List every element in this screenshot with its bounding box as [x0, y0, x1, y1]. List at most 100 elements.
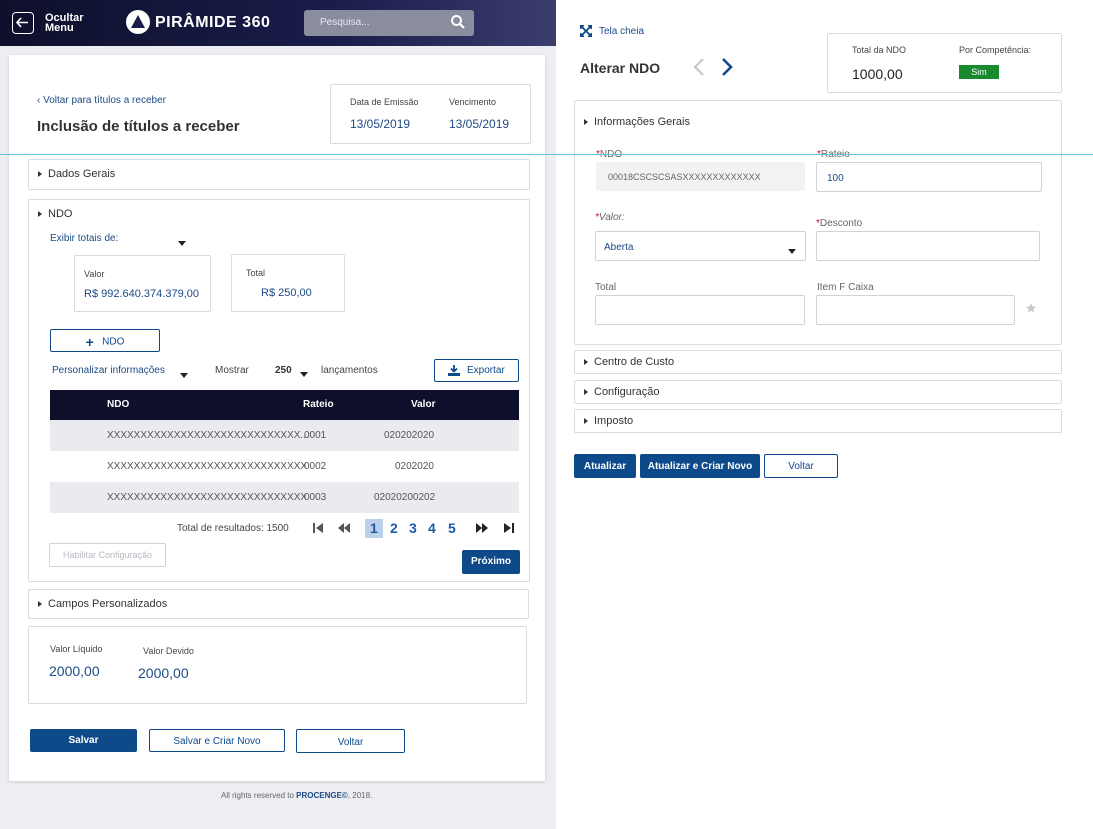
- section-ndo-header[interactable]: NDO: [38, 208, 72, 220]
- results-count: Total de resultados: 1500: [177, 523, 289, 534]
- totals-select[interactable]: Exibir totais de:: [50, 233, 118, 244]
- save-button[interactable]: Salvar: [30, 729, 137, 752]
- item-field-label: Item F Caixa: [817, 282, 874, 293]
- ndo-field-value: 00018CSCSCSASXXXXXXXXXXXXX: [608, 172, 761, 182]
- add-ndo-button[interactable]: + NDO: [50, 329, 160, 352]
- col-header-rateio[interactable]: Rateio: [303, 399, 334, 410]
- section-info-label: Informações Gerais: [594, 116, 690, 128]
- right-back-button[interactable]: Voltar: [764, 454, 838, 478]
- chevron-down-icon[interactable]: [178, 237, 186, 249]
- section-custom-label: Campos Personalizados: [48, 598, 168, 610]
- competence-label: Por Competência:: [959, 45, 1032, 55]
- caret-right-icon: [38, 601, 42, 608]
- rateio-field[interactable]: [816, 162, 1042, 192]
- customize-label: Personalizar informações: [52, 365, 165, 376]
- next-button[interactable]: Próximo: [462, 550, 520, 574]
- search-placeholder: Pesquisa...: [320, 17, 370, 28]
- page-1[interactable]: 1: [370, 520, 378, 536]
- show-count-select[interactable]: 250: [275, 365, 292, 376]
- page-5[interactable]: 5: [448, 520, 456, 536]
- due-label: Vencimento: [449, 97, 497, 107]
- valor-value: R$ 992.640.374.379,00: [84, 288, 199, 300]
- owed-value: 2000,00: [138, 665, 189, 681]
- summary-box: [28, 626, 527, 704]
- desconto-field-label: *Desconto: [816, 218, 863, 229]
- plus-icon: +: [85, 334, 94, 350]
- last-page-icon[interactable]: [503, 522, 515, 537]
- caret-right-icon: [38, 211, 42, 218]
- emission-label: Data de Emissão: [350, 97, 419, 107]
- star-icon[interactable]: [1025, 302, 1037, 317]
- valor-select-value: Aberta: [604, 242, 634, 253]
- page-4[interactable]: 4: [428, 520, 436, 536]
- footer-brand[interactable]: PROCENGE©: [296, 791, 348, 800]
- item-field[interactable]: [816, 295, 1015, 325]
- chevron-down-icon[interactable]: [300, 368, 308, 380]
- fullscreen-icon[interactable]: [580, 25, 592, 40]
- table-cell: XXXXXXXXXXXXXXXXXXXXXXXXXXXXXX: [107, 461, 308, 472]
- section-config-label: Configuração: [594, 386, 660, 398]
- arrow-left-icon: [15, 17, 28, 28]
- update-button[interactable]: Atualizar: [574, 454, 636, 478]
- footer-text: All rights reserved to: [221, 791, 297, 800]
- hide-menu-label[interactable]: Ocultar Menu: [45, 13, 84, 34]
- section-custom-header[interactable]: Campos Personalizados: [38, 598, 167, 610]
- section-tax[interactable]: [574, 409, 1062, 433]
- back-link[interactable]: ‹ Voltar para títulos a receber: [37, 95, 166, 106]
- fullscreen-link[interactable]: Tela cheia: [599, 26, 644, 37]
- table-cell: 02020200202: [374, 492, 436, 503]
- guide-line: [0, 154, 1093, 155]
- due-value: 13/05/2019: [449, 117, 510, 131]
- first-page-icon[interactable]: [312, 522, 324, 537]
- page-2[interactable]: 2: [390, 520, 398, 536]
- enable-config-button[interactable]: Habilitar Configuração: [49, 543, 166, 567]
- update-new-button[interactable]: Atualizar e Criar Novo: [640, 454, 760, 478]
- total-label: Total: [246, 268, 266, 278]
- next-page-icon[interactable]: [475, 522, 489, 537]
- hide-menu-button[interactable]: [12, 12, 34, 34]
- section-cost-label: Centro de Custo: [594, 356, 675, 368]
- valor-field-label-text: Valor:: [598, 212, 625, 223]
- col-header-ndo[interactable]: NDO: [107, 399, 129, 410]
- total-value: R$ 250,00: [261, 287, 312, 299]
- competence-badge: Sim: [959, 65, 999, 79]
- section-info-header[interactable]: Informações Gerais: [584, 116, 690, 128]
- section-config-header[interactable]: Configuração: [584, 386, 659, 398]
- save-new-button[interactable]: Salvar e Criar Novo: [149, 729, 285, 752]
- caret-right-icon: [584, 359, 588, 366]
- table-cell: 0202020: [395, 461, 434, 472]
- col-header-valor[interactable]: Valor: [411, 399, 435, 410]
- previous-icon[interactable]: [692, 57, 706, 80]
- rateio-field-value: 100: [827, 173, 844, 184]
- chevron-down-icon[interactable]: [180, 369, 188, 381]
- valor-card: [74, 255, 211, 312]
- download-icon: [448, 365, 461, 376]
- footer: All rights reserved to PROCENGE©, 2018.: [221, 791, 372, 800]
- export-button[interactable]: Exportar: [434, 359, 519, 382]
- search-icon[interactable]: [450, 14, 466, 33]
- net-value: 2000,00: [49, 663, 100, 679]
- table-cell: 0003: [304, 492, 327, 503]
- table-cell: XXXXXXXXXXXXXXXXXXXXXXXXXXXXXX: [107, 492, 308, 503]
- chevron-down-icon[interactable]: [788, 245, 796, 257]
- caret-right-icon: [584, 389, 588, 396]
- section-tax-label: Imposto: [594, 415, 634, 427]
- footer-year: , 2018.: [347, 791, 373, 800]
- total-field[interactable]: [595, 295, 805, 325]
- desconto-field[interactable]: [816, 231, 1040, 261]
- page-3[interactable]: 3: [409, 520, 417, 536]
- section-tax-header[interactable]: Imposto: [584, 415, 633, 427]
- show-label: Mostrar: [215, 365, 249, 376]
- next-icon[interactable]: [720, 57, 734, 80]
- menu-label-line2: Menu: [45, 22, 74, 34]
- previous-page-icon[interactable]: [337, 522, 351, 537]
- caret-right-icon: [584, 119, 588, 126]
- desconto-field-label-text: Desconto: [819, 218, 863, 229]
- section-general-header[interactable]: Dados Gerais: [38, 168, 115, 180]
- right-title: Alterar NDO: [580, 60, 661, 76]
- section-cost-header[interactable]: Centro de Custo: [584, 356, 674, 368]
- caret-right-icon: [584, 418, 588, 425]
- valor-field-label: *Valor:: [595, 212, 625, 223]
- customize-select[interactable]: Personalizar informações: [52, 365, 165, 376]
- back-button[interactable]: Voltar: [296, 729, 405, 753]
